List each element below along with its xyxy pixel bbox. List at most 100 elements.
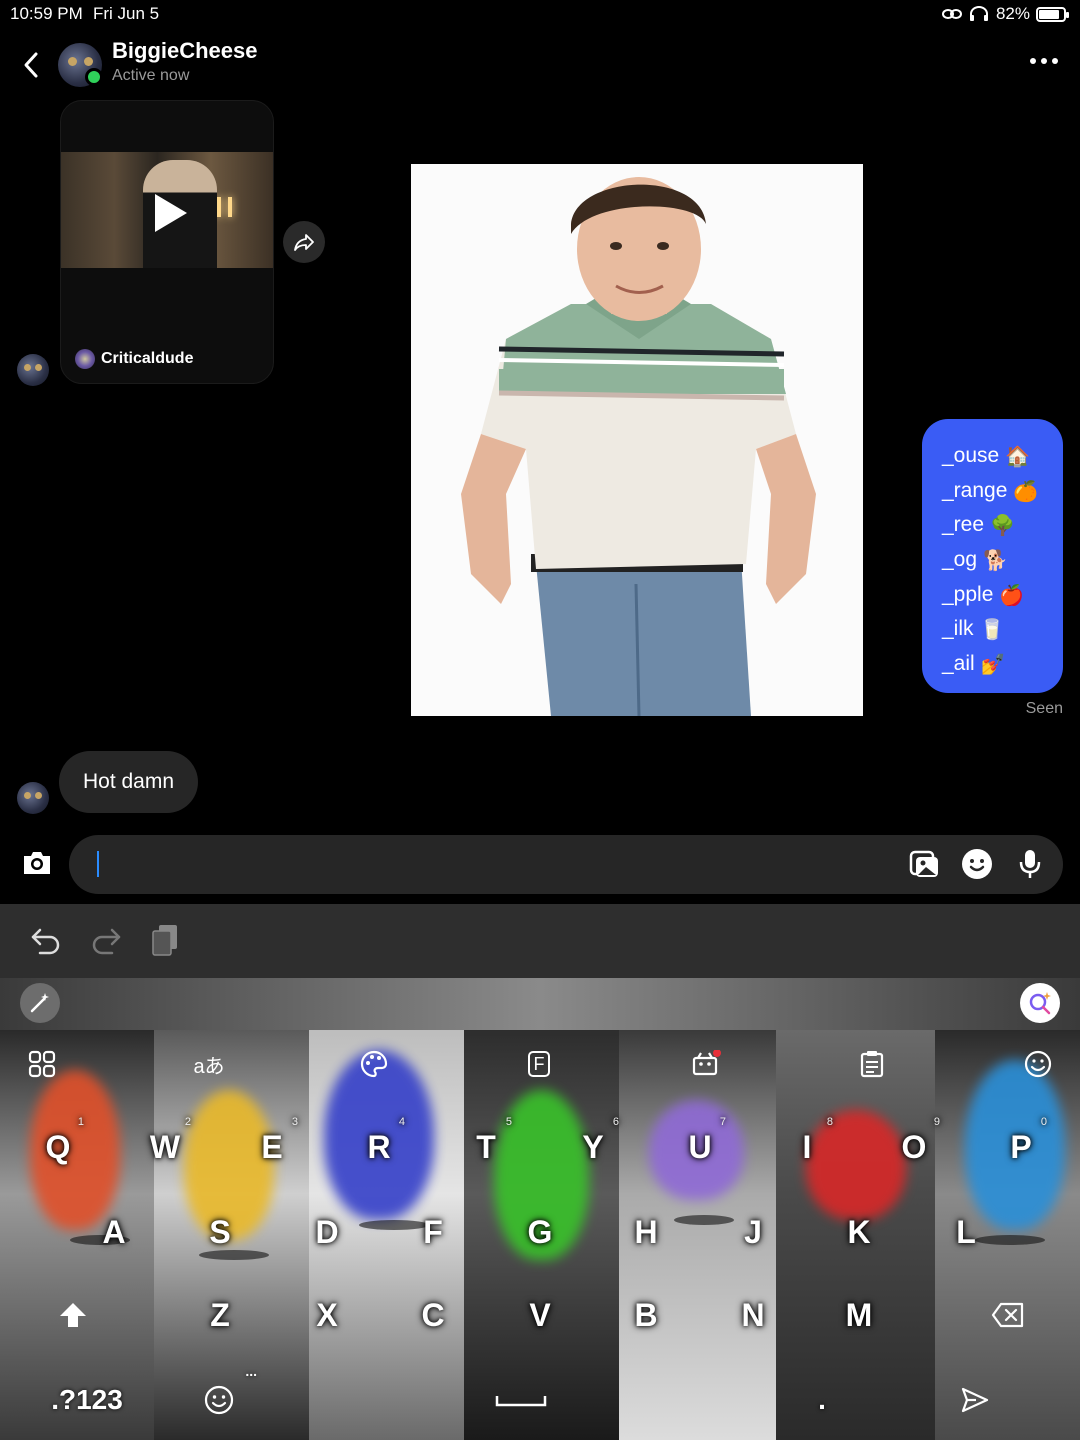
- message-composer[interactable]: [69, 835, 1063, 894]
- theme-button[interactable]: [354, 1044, 394, 1084]
- magic-wand-icon: [30, 993, 49, 1013]
- share-button[interactable]: [283, 221, 325, 263]
- backspace-key[interactable]: [962, 1282, 1054, 1348]
- key-n[interactable]: N: [713, 1282, 793, 1348]
- key-x[interactable]: X: [287, 1282, 367, 1348]
- chat-header: BiggieCheese Active now: [0, 36, 1080, 96]
- redo-button[interactable]: [88, 922, 124, 958]
- send-key[interactable]: [930, 1367, 1020, 1433]
- emoji-smiley-icon: [204, 1385, 234, 1415]
- palette-icon: [360, 1050, 388, 1078]
- key-g[interactable]: G: [500, 1199, 580, 1265]
- voice-button[interactable]: [1013, 847, 1047, 881]
- key-d[interactable]: D: [287, 1199, 367, 1265]
- message-line: _ilk 🥛: [942, 612, 1063, 647]
- nail-polish-emoji: 💅: [980, 651, 1006, 676]
- key-o[interactable]: O9: [874, 1114, 954, 1180]
- message-line: _pple 🍎: [942, 577, 1063, 612]
- grid-icon: [28, 1050, 56, 1078]
- orange-emoji: 🍊: [1013, 478, 1039, 503]
- key-r[interactable]: R4: [339, 1114, 419, 1180]
- video-author[interactable]: Criticaldude: [75, 349, 193, 369]
- key-j[interactable]: J: [713, 1199, 793, 1265]
- undo-icon: [31, 928, 60, 955]
- message-line: _ouse 🏠: [942, 439, 1063, 474]
- headphones-icon: [969, 6, 988, 21]
- apps-grid-button[interactable]: [22, 1044, 62, 1084]
- magic-write-button[interactable]: [20, 983, 60, 1023]
- sender-avatar[interactable]: [17, 354, 49, 386]
- key-h[interactable]: H: [606, 1199, 686, 1265]
- key-l[interactable]: L: [926, 1199, 1006, 1265]
- more-options-button[interactable]: [1030, 58, 1058, 64]
- shared-video-card[interactable]: Criticaldude: [60, 100, 274, 384]
- shift-arrow-icon: [60, 1303, 86, 1327]
- key-a[interactable]: A: [74, 1199, 154, 1265]
- status-bar: 10:59 PM Fri Jun 5 82%: [0, 0, 1080, 28]
- key-v[interactable]: V: [500, 1282, 580, 1348]
- photo-person-illustration: [411, 164, 863, 716]
- battery-fill: [1039, 9, 1059, 19]
- status-right: 82%: [941, 4, 1069, 24]
- sticker-button[interactable]: [960, 847, 994, 881]
- camera-icon: [24, 852, 50, 874]
- key-m[interactable]: M: [819, 1282, 899, 1348]
- search-sparkle-icon: [1029, 992, 1051, 1015]
- back-button[interactable]: [16, 48, 46, 82]
- undo-button[interactable]: [28, 922, 64, 958]
- camera-button[interactable]: [20, 846, 54, 880]
- translate-button[interactable]: aあ: [189, 1044, 229, 1084]
- search-button[interactable]: [1020, 983, 1060, 1023]
- emoji-panel-button[interactable]: [1018, 1044, 1058, 1084]
- key-c[interactable]: C: [393, 1282, 473, 1348]
- emoji-key-more: ...: [245, 1363, 257, 1379]
- received-message-bubble[interactable]: Hot damn: [59, 751, 198, 813]
- redo-icon: [92, 928, 121, 955]
- contact-name[interactable]: BiggieCheese: [112, 38, 258, 64]
- key-q[interactable]: Q1: [18, 1114, 98, 1180]
- fonts-button[interactable]: F: [519, 1044, 559, 1084]
- period-key[interactable]: .: [790, 1367, 854, 1433]
- keyboard-toolbar: [0, 904, 1080, 978]
- keyboard: aあ F Q1 W2 E3 R4 T5 Y6 U7 I8 O9 P0 A S D…: [0, 1030, 1080, 1440]
- emoji-key[interactable]: ...: [183, 1363, 257, 1433]
- play-icon[interactable]: [155, 194, 187, 232]
- message-line: _og 🐕: [942, 543, 1063, 578]
- key-i[interactable]: I8: [767, 1114, 847, 1180]
- message-input[interactable]: [103, 849, 883, 879]
- shift-key[interactable]: [30, 1282, 116, 1348]
- games-button[interactable]: [686, 1044, 726, 1084]
- key-t[interactable]: T5: [446, 1114, 526, 1180]
- video-thumbnail[interactable]: [61, 152, 273, 268]
- clipboard-button[interactable]: [852, 1044, 892, 1084]
- shared-photo[interactable]: [411, 164, 863, 716]
- seen-receipt: Seen: [1025, 700, 1063, 717]
- key-w[interactable]: W2: [125, 1114, 205, 1180]
- microphone-icon: [1019, 850, 1041, 878]
- symbols-key[interactable]: .?123: [22, 1367, 152, 1433]
- key-z[interactable]: Z: [180, 1282, 260, 1348]
- house-emoji: 🏠: [1005, 444, 1031, 469]
- message-line: _range 🍊: [942, 474, 1063, 509]
- key-f[interactable]: F: [393, 1199, 473, 1265]
- key-e[interactable]: E3: [232, 1114, 312, 1180]
- sticker-smiley-icon: [962, 849, 992, 879]
- sender-avatar[interactable]: [17, 782, 49, 814]
- game-icon: [692, 1050, 721, 1076]
- status-date: Fri Jun 5: [93, 4, 160, 23]
- key-k[interactable]: K: [819, 1199, 899, 1265]
- clipboard-icon: [152, 925, 177, 956]
- key-u[interactable]: U7: [660, 1114, 740, 1180]
- battery-percent: 82%: [995, 4, 1030, 23]
- space-key[interactable]: [290, 1367, 752, 1433]
- gallery-button[interactable]: [907, 847, 941, 881]
- tree-emoji: 🌳: [990, 513, 1015, 538]
- sent-message-bubble[interactable]: _ouse 🏠 _range 🍊 _ree 🌳 _og 🐕 _pple 🍎 _ilk 🥛 _…: [922, 419, 1063, 693]
- key-p[interactable]: P0: [981, 1114, 1061, 1180]
- key-y[interactable]: Y6: [553, 1114, 633, 1180]
- space-bar-icon: [495, 1396, 547, 1407]
- clipboard-list-icon: [860, 1051, 884, 1078]
- key-s[interactable]: S: [180, 1199, 260, 1265]
- paste-button[interactable]: [148, 922, 184, 958]
- key-b[interactable]: B: [606, 1282, 686, 1348]
